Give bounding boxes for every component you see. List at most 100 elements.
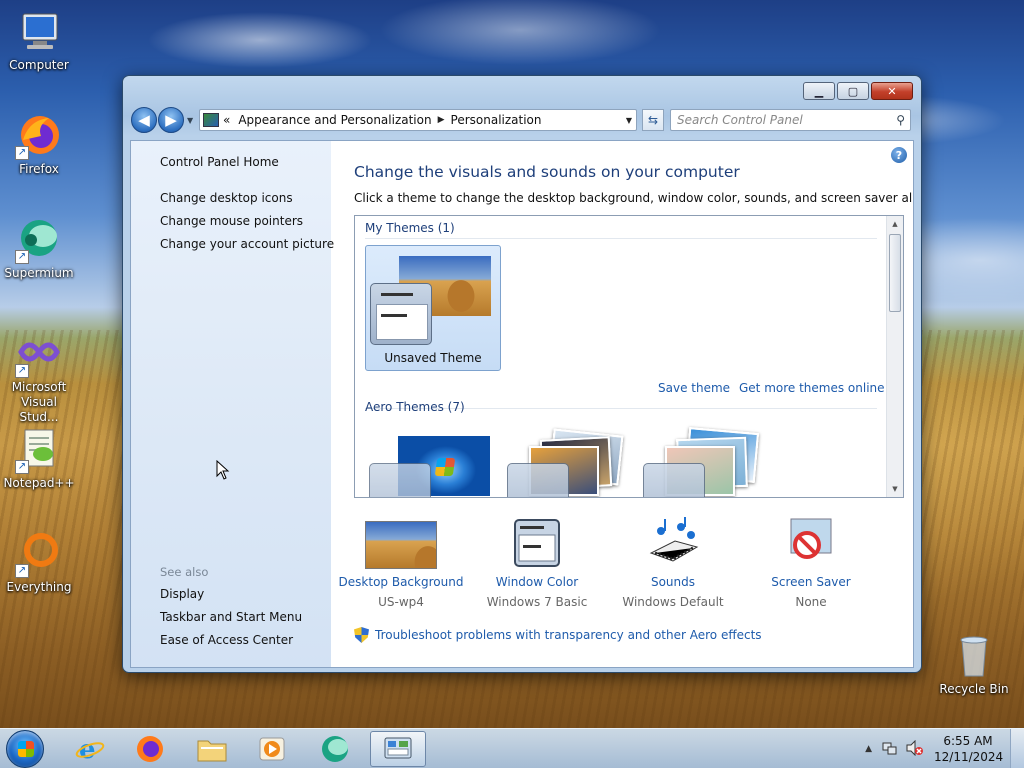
search-input[interactable] [677,113,877,127]
get-more-themes-link[interactable]: Get more themes online [739,381,885,395]
visual-studio-icon: ↗ [15,330,63,378]
breadcrumb-personalization[interactable]: Personalization [451,113,542,127]
maximize-button[interactable]: ▢ [837,82,869,100]
landscape-thumb [365,521,437,569]
page-description: Click a theme to change the desktop back… [354,191,914,205]
search-box[interactable]: ⚲ [670,109,911,131]
quick-setting-title[interactable]: Screen Saver [741,575,881,589]
theme-characters[interactable] [639,426,775,497]
forward-button[interactable]: ▶ [158,107,184,133]
my-themes-heading: My Themes (1) [365,221,455,235]
theme-windows-7[interactable] [365,426,501,497]
quick-setting-title[interactable]: Window Color [467,575,607,589]
desktop-icon-notepadpp[interactable]: ↗ Notepad++ [1,426,77,490]
desktop-icon-firefox[interactable]: ↗ Firefox [1,112,77,176]
address-dropdown-icon[interactable]: ▼ [626,116,632,125]
computer-icon [15,8,63,56]
desktop-icon-label: Everything [6,580,72,594]
internet-explorer-icon: e [75,735,105,764]
scroll-thumb[interactable] [889,234,901,312]
quick-setting-title[interactable]: Sounds [603,575,743,589]
see-also-heading: See also [160,565,209,579]
personalization-window[interactable]: ▁ ▢ ✕ ◀ ▶ ▼ « Appearance and Personaliza… [122,75,922,673]
breadcrumb-appearance[interactable]: Appearance and Personalization [238,113,431,127]
network-icon[interactable] [882,740,898,759]
control-panel-icon [203,113,219,127]
supermium-icon: ↗ [15,216,63,264]
main-pane: ? Change the visuals and sounds on your … [331,141,913,667]
theme-list-scrollbar[interactable]: ▲ ▼ [886,216,903,497]
shortcut-arrow-icon: ↗ [15,250,29,264]
desktop-icon-label: Microsoft Visual Stud... [11,380,67,424]
help-icon[interactable]: ? [891,147,907,163]
window-color-icon [511,517,563,569]
taskbar-internet-explorer[interactable]: e [62,731,118,767]
taskbar-control-panel[interactable] [370,731,426,767]
breadcrumb-separator-icon[interactable]: ▶ [438,115,445,125]
windows-logo-icon [18,741,34,757]
change-account-picture-link[interactable]: Change your account picture [160,237,334,251]
desktop-icon-recycle-bin[interactable]: Recycle Bin [936,632,1012,696]
desktop-icon-everything[interactable]: ↗ Everything [1,530,77,594]
taskbar-start-menu-link[interactable]: Taskbar and Start Menu [160,610,302,624]
taskbar-media-player[interactable] [244,731,300,767]
display-link[interactable]: Display [160,587,204,601]
desktop-icon-label: Recycle Bin [939,682,1009,696]
breadcrumb-overflow[interactable]: « [223,113,230,127]
address-bar[interactable]: « Appearance and Personalization ▶ Perso… [199,109,637,131]
taskbar-file-explorer[interactable] [184,731,240,767]
taskbar-supermium[interactable] [308,731,364,767]
theme-architecture[interactable] [503,426,639,497]
content-area: Control Panel Home Change desktop icons … [130,140,914,668]
theme-window-preview [643,463,705,497]
desktop-icon-visual-studio[interactable]: ↗ Microsoft Visual Stud... [1,330,77,425]
aero-themes-heading: Aero Themes (7) [365,400,465,414]
media-player-icon [259,737,285,761]
window-controls: ▁ ▢ ✕ [801,82,913,100]
desktop-icon-computer[interactable]: Computer [1,8,77,72]
scroll-up-icon[interactable]: ▲ [887,216,903,232]
desktop-icon-label: Supermium [4,266,74,280]
minimize-button[interactable]: ▁ [803,82,835,100]
quick-setting-value: US-wp4 [378,595,424,609]
back-button[interactable]: ◀ [131,107,157,133]
notepadpp-icon: ↗ [15,426,63,474]
volume-muted-icon[interactable] [906,739,924,759]
ease-of-access-link[interactable]: Ease of Access Center [160,633,293,647]
scroll-down-icon[interactable]: ▼ [887,481,903,497]
refresh-button[interactable]: ⇆ [642,109,664,131]
group-divider [365,238,877,239]
screen-saver-setting[interactable]: Screen Saver None [741,517,881,609]
control-panel-icon [384,737,412,759]
desktop-icon-supermium[interactable]: ↗ Supermium [1,216,77,280]
close-button[interactable]: ✕ [871,82,913,100]
landscape-icon [365,517,437,569]
show-desktop-button[interactable] [1010,729,1024,768]
shortcut-arrow-icon: ↗ [15,364,29,378]
search-icon[interactable]: ⚲ [896,113,905,127]
quick-setting-value: None [795,595,827,609]
theme-unsaved[interactable]: Unsaved Theme [365,245,501,371]
task-pane: Control Panel Home Change desktop icons … [131,141,334,667]
recycle-bin-icon [950,632,998,680]
control-panel-home-link[interactable]: Control Panel Home [160,155,279,169]
firefox-icon: ↗ [15,112,63,160]
troubleshoot-link[interactable]: Troubleshoot problems with transparency … [375,628,762,642]
sounds-setting[interactable]: Sounds Windows Default [603,517,743,609]
start-button[interactable] [6,730,44,768]
system-clock[interactable]: 6:55 AM 12/11/2024 [934,733,1003,765]
window-color-setting[interactable]: Window Color Windows 7 Basic [467,517,607,609]
desktop-background-setting[interactable]: Desktop Background US-wp4 [331,517,471,609]
shortcut-arrow-icon: ↗ [15,564,29,578]
save-theme-link[interactable]: Save theme [658,381,730,395]
change-mouse-pointers-link[interactable]: Change mouse pointers [160,214,303,228]
quick-setting-title[interactable]: Desktop Background [331,575,471,589]
theme-list[interactable]: My Themes (1) Unsaved Theme Save theme G… [354,215,904,498]
desktop-icon-label: Firefox [19,162,59,176]
show-hidden-icons-icon[interactable]: ▲ [865,744,872,754]
theme-window-preview [369,463,431,497]
preview-inner [376,304,428,340]
change-desktop-icons-link[interactable]: Change desktop icons [160,191,293,205]
taskbar-firefox[interactable] [122,731,178,767]
recent-pages-dropdown[interactable]: ▼ [187,116,197,125]
